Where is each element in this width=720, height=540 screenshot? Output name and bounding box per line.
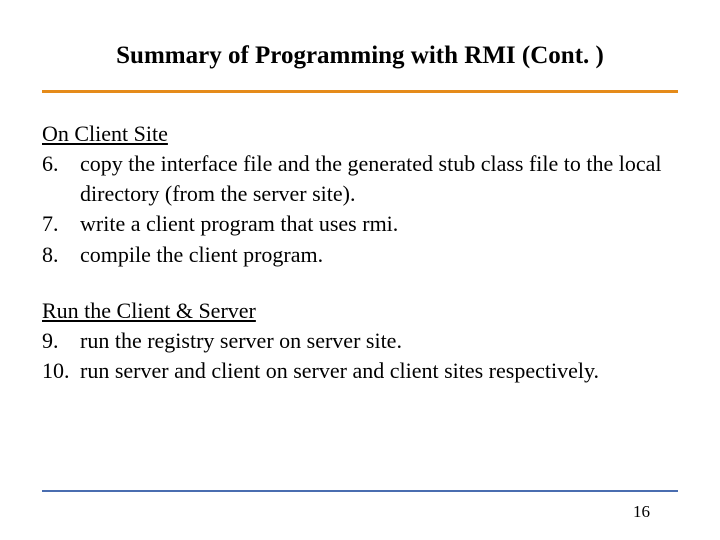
list-text: compile the client program. bbox=[80, 240, 678, 270]
list-item: 7. write a client program that uses rmi. bbox=[42, 209, 678, 239]
page-number: 16 bbox=[633, 502, 650, 522]
list-number: 10. bbox=[42, 356, 80, 386]
slide-title: Summary of Programming with RMI (Cont. ) bbox=[42, 42, 678, 70]
list-number: 9. bbox=[42, 326, 80, 356]
list-text: run the registry server on server site. bbox=[80, 326, 678, 356]
list-item: 6. copy the interface file and the gener… bbox=[42, 149, 678, 208]
list-text: write a client program that uses rmi. bbox=[80, 209, 678, 239]
list-item: 9. run the registry server on server sit… bbox=[42, 326, 678, 356]
list-run: 9. run the registry server on server sit… bbox=[42, 326, 678, 386]
section-heading-client: On Client Site bbox=[42, 121, 678, 147]
list-text: copy the interface file and the generate… bbox=[80, 149, 678, 208]
list-number: 6. bbox=[42, 149, 80, 208]
list-number: 7. bbox=[42, 209, 80, 239]
slide: Summary of Programming with RMI (Cont. )… bbox=[0, 0, 720, 540]
list-number: 8. bbox=[42, 240, 80, 270]
divider-blue bbox=[42, 490, 678, 492]
list-client: 6. copy the interface file and the gener… bbox=[42, 149, 678, 270]
list-text: run server and client on server and clie… bbox=[80, 356, 678, 386]
section-heading-run: Run the Client & Server bbox=[42, 298, 678, 324]
divider-orange bbox=[42, 90, 678, 93]
list-item: 10. run server and client on server and … bbox=[42, 356, 678, 386]
list-item: 8. compile the client program. bbox=[42, 240, 678, 270]
